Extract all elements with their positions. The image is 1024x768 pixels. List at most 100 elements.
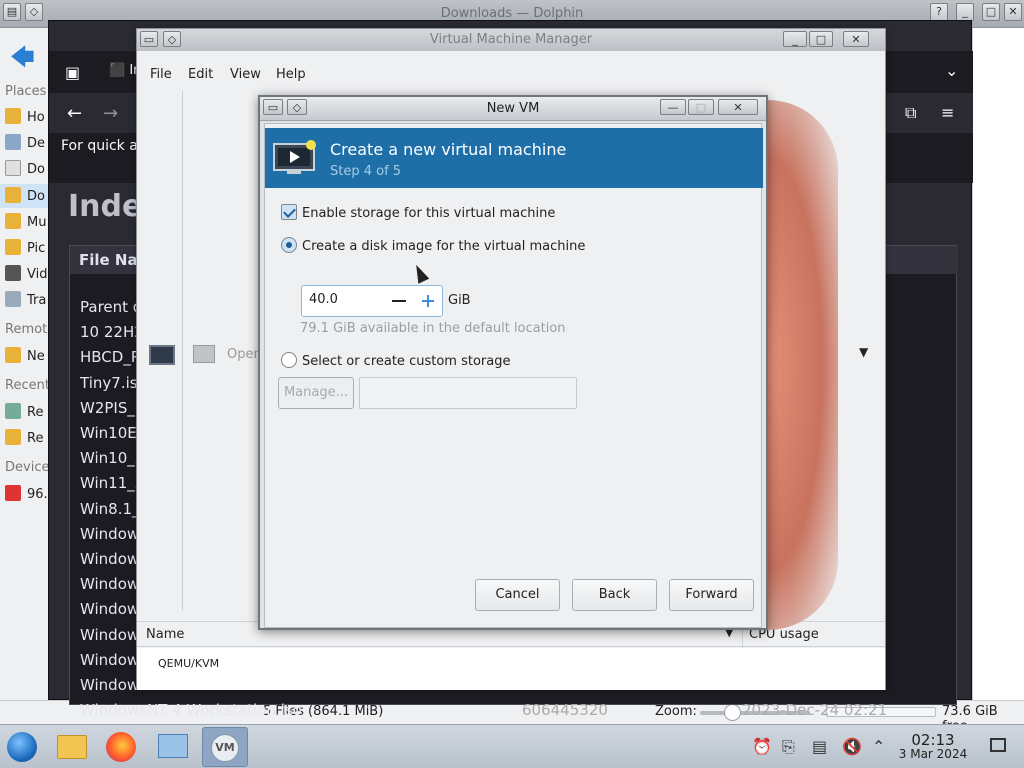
file-row[interactable]: HBCD_P bbox=[80, 348, 140, 366]
expand-tray-icon[interactable]: ⌃ bbox=[872, 737, 885, 756]
menu-icon[interactable]: ≡ bbox=[941, 103, 954, 122]
file-row[interactable]: Window bbox=[80, 651, 139, 669]
dolphin-help-button[interactable]: ? bbox=[930, 3, 948, 21]
menu-view[interactable]: View bbox=[230, 67, 261, 82]
custom-storage-label[interactable]: Select or create custom storage bbox=[302, 354, 510, 369]
places-item-home[interactable]: Ho bbox=[5, 108, 45, 130]
vmm-minimize-button[interactable]: _ bbox=[783, 31, 807, 47]
back-button[interactable]: Back bbox=[572, 579, 657, 611]
show-desktop-icon[interactable] bbox=[990, 738, 1006, 752]
custom-storage-radio[interactable] bbox=[281, 352, 297, 368]
extensions-icon[interactable]: ⧉ bbox=[905, 103, 916, 123]
clipboard-tray-icon[interactable]: ⎘ bbox=[782, 737, 795, 757]
file-row[interactable]: Window bbox=[80, 600, 139, 618]
dolphin-title: Downloads — Dolphin bbox=[440, 6, 584, 21]
taskbar-firefox[interactable] bbox=[98, 727, 144, 767]
places-item-videos[interactable]: Vid bbox=[5, 265, 47, 287]
places-item-recent-files[interactable]: Re bbox=[5, 403, 43, 425]
open-button-label[interactable]: Open bbox=[227, 347, 262, 362]
places-item-device[interactable]: 96. bbox=[5, 485, 48, 507]
disk-size-value[interactable]: 40.0 bbox=[309, 292, 338, 307]
file-row[interactable]: Win11_2 bbox=[80, 474, 144, 492]
file-row[interactable]: Win10_2 bbox=[80, 449, 144, 467]
recent-locations-icon bbox=[5, 429, 21, 445]
connection-row[interactable]: QEMU/KVM bbox=[158, 657, 219, 670]
file-row[interactable]: Window bbox=[80, 550, 139, 568]
dropdown-arrow-icon[interactable]: ▼ bbox=[859, 345, 868, 359]
places-item-pictures[interactable]: Pic bbox=[5, 239, 45, 261]
places-item-trash[interactable]: Tra bbox=[5, 291, 46, 313]
dialog-close-button[interactable]: ✕ bbox=[718, 99, 758, 115]
file-row[interactable]: WindowsNT 4 Workstation.iso bbox=[80, 701, 302, 719]
increase-icon-vertical[interactable] bbox=[427, 295, 429, 307]
recent-header: Recent bbox=[5, 378, 48, 393]
file-row[interactable]: 10 22H2 bbox=[80, 323, 144, 341]
windows-orb-icon bbox=[7, 732, 37, 762]
tab-list-icon[interactable]: ▣ bbox=[65, 63, 80, 82]
enable-storage-checkbox[interactable] bbox=[281, 204, 297, 220]
disk-unit-label: GiB bbox=[448, 293, 471, 308]
clock-date[interactable]: 3 Mar 2024 bbox=[892, 747, 974, 761]
places-item-recent-locations[interactable]: Re bbox=[5, 429, 43, 451]
places-item-downloads[interactable]: Do bbox=[5, 187, 45, 209]
vmm-close-button[interactable]: ✕ bbox=[843, 31, 869, 47]
manage-button[interactable]: Manage... bbox=[278, 377, 354, 409]
taskbar-file-manager[interactable] bbox=[50, 727, 96, 767]
file-row[interactable]: Window bbox=[80, 525, 139, 543]
vmm-menubar: File Edit View Help bbox=[137, 51, 885, 95]
file-row[interactable]: Window bbox=[80, 626, 139, 644]
zoom-slider-handle[interactable] bbox=[724, 704, 741, 721]
file-row[interactable]: Window bbox=[80, 575, 139, 593]
vmm-maximize-button[interactable]: □ bbox=[809, 31, 833, 47]
folder-icon bbox=[5, 187, 21, 203]
vm-list: QEMU/KVM bbox=[137, 648, 885, 690]
dolphin-maximize-button[interactable]: □ bbox=[982, 3, 1000, 21]
dialog-minimize-button[interactable]: — bbox=[660, 99, 686, 115]
new-vm-dialog: ▭ ◇ New VM — □ ✕ Create a new virtual ma… bbox=[258, 95, 768, 630]
dialog-maximize-button[interactable]: □ bbox=[688, 99, 714, 115]
notes-tray-icon[interactable]: ▤ bbox=[812, 737, 827, 756]
back-icon[interactable]: ← bbox=[67, 103, 82, 124]
custom-storage-path-field[interactable] bbox=[359, 377, 577, 409]
start-menu-button[interactable] bbox=[2, 727, 42, 767]
wizard-title: Create a new virtual machine bbox=[330, 140, 567, 159]
taskbar-virt-manager[interactable]: VM bbox=[202, 727, 248, 767]
cancel-button[interactable]: Cancel bbox=[475, 579, 560, 611]
file-row[interactable]: Window bbox=[80, 676, 139, 694]
devices-header: Devices bbox=[5, 460, 48, 475]
create-disk-radio[interactable] bbox=[281, 237, 297, 253]
places-item-documents[interactable]: Do bbox=[5, 160, 45, 182]
disk-size-spinbox[interactable]: 40.0 bbox=[301, 285, 443, 317]
back-arrow-icon[interactable]: 🡄 bbox=[10, 40, 35, 81]
forward-icon[interactable]: → bbox=[103, 103, 118, 124]
file-row[interactable]: W2PIS_E bbox=[80, 399, 144, 417]
places-item-network[interactable]: Ne bbox=[5, 347, 45, 369]
menu-help[interactable]: Help bbox=[276, 67, 306, 82]
file-row[interactable]: Parent d bbox=[80, 298, 142, 316]
file-row[interactable]: Win10Er bbox=[80, 424, 143, 442]
new-vm-icon[interactable] bbox=[149, 345, 175, 365]
toolbar-separator bbox=[182, 91, 183, 611]
forward-button[interactable]: Forward bbox=[669, 579, 754, 611]
taskbar-system-settings[interactable] bbox=[150, 727, 196, 767]
volume-muted-icon[interactable]: 🔇 bbox=[842, 737, 862, 756]
open-console-icon[interactable] bbox=[193, 345, 215, 363]
dolphin-minimize-button[interactable]: _ bbox=[956, 3, 974, 21]
create-disk-label[interactable]: Create a disk image for the virtual mach… bbox=[302, 239, 585, 254]
places-panel: Places Ho De Do Do Mu Pic Vid Tra Remote… bbox=[0, 80, 48, 724]
dolphin-close-button[interactable]: ✕ bbox=[1004, 3, 1022, 21]
taskbar: VM ⏰ ⎘ ▤ 🔇 ⌃ 02:13 3 Mar 2024 bbox=[0, 724, 1024, 768]
menu-file[interactable]: File bbox=[150, 67, 172, 82]
file-row[interactable]: Win8.1_ bbox=[80, 500, 140, 518]
decrease-icon[interactable] bbox=[392, 300, 406, 302]
virt-manager-icon: VM bbox=[211, 734, 239, 762]
chevron-down-icon[interactable]: ⌄ bbox=[945, 61, 958, 80]
document-icon bbox=[5, 160, 21, 176]
menu-edit[interactable]: Edit bbox=[188, 67, 213, 82]
column-name-header[interactable]: Name bbox=[146, 627, 184, 642]
enable-storage-label[interactable]: Enable storage for this virtual machine bbox=[302, 206, 555, 221]
places-item-desktop[interactable]: De bbox=[5, 134, 45, 156]
network-tray-icon[interactable]: ⏰ bbox=[752, 737, 772, 756]
folder-icon bbox=[57, 735, 87, 759]
places-item-music[interactable]: Mu bbox=[5, 213, 46, 235]
